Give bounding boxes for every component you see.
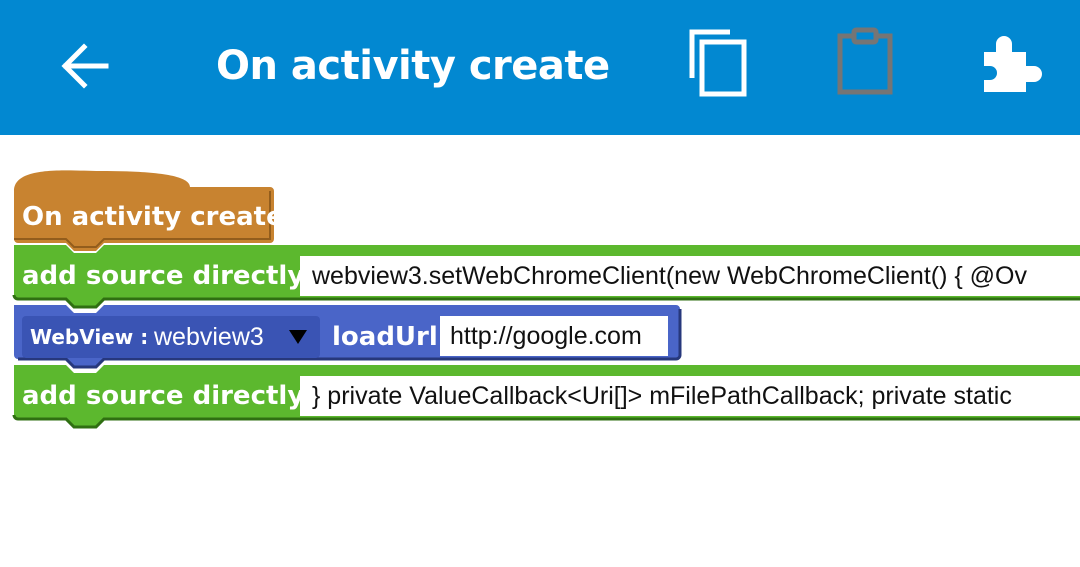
add-source-label-1: add source directly — [22, 261, 305, 291]
clipboard-icon — [837, 27, 893, 95]
app-bar: On activity create — [0, 0, 1080, 135]
paste-button[interactable] — [830, 26, 906, 102]
copy-icon — [689, 29, 747, 97]
block-canvas[interactable]: On activity create add source directly w… — [0, 135, 1080, 567]
loadurl-method-label: loadUrl — [332, 322, 438, 352]
copy-button[interactable] — [684, 26, 760, 102]
back-button[interactable] — [54, 36, 114, 96]
chevron-down-icon — [289, 330, 307, 344]
puzzle-icon — [984, 36, 1042, 92]
arrow-left-icon — [61, 43, 109, 89]
webview-selected-value: webview3 — [154, 323, 264, 351]
url-input-field[interactable]: http://google.com — [440, 316, 668, 356]
page-title: On activity create — [216, 43, 610, 89]
webview-selector-dropdown[interactable]: WebView : webview3 — [22, 316, 320, 358]
add-source-label-2: add source directly — [22, 381, 305, 411]
source-code-field-2[interactable]: } private ValueCallback<Uri[]> mFilePath… — [300, 376, 1080, 416]
source-code-field-1[interactable]: webview3.setWebChromeClient(new WebChrom… — [300, 256, 1080, 296]
components-button[interactable] — [972, 26, 1048, 102]
event-block-label: On activity create — [22, 202, 284, 232]
webview-type-label: WebView : — [30, 325, 149, 349]
